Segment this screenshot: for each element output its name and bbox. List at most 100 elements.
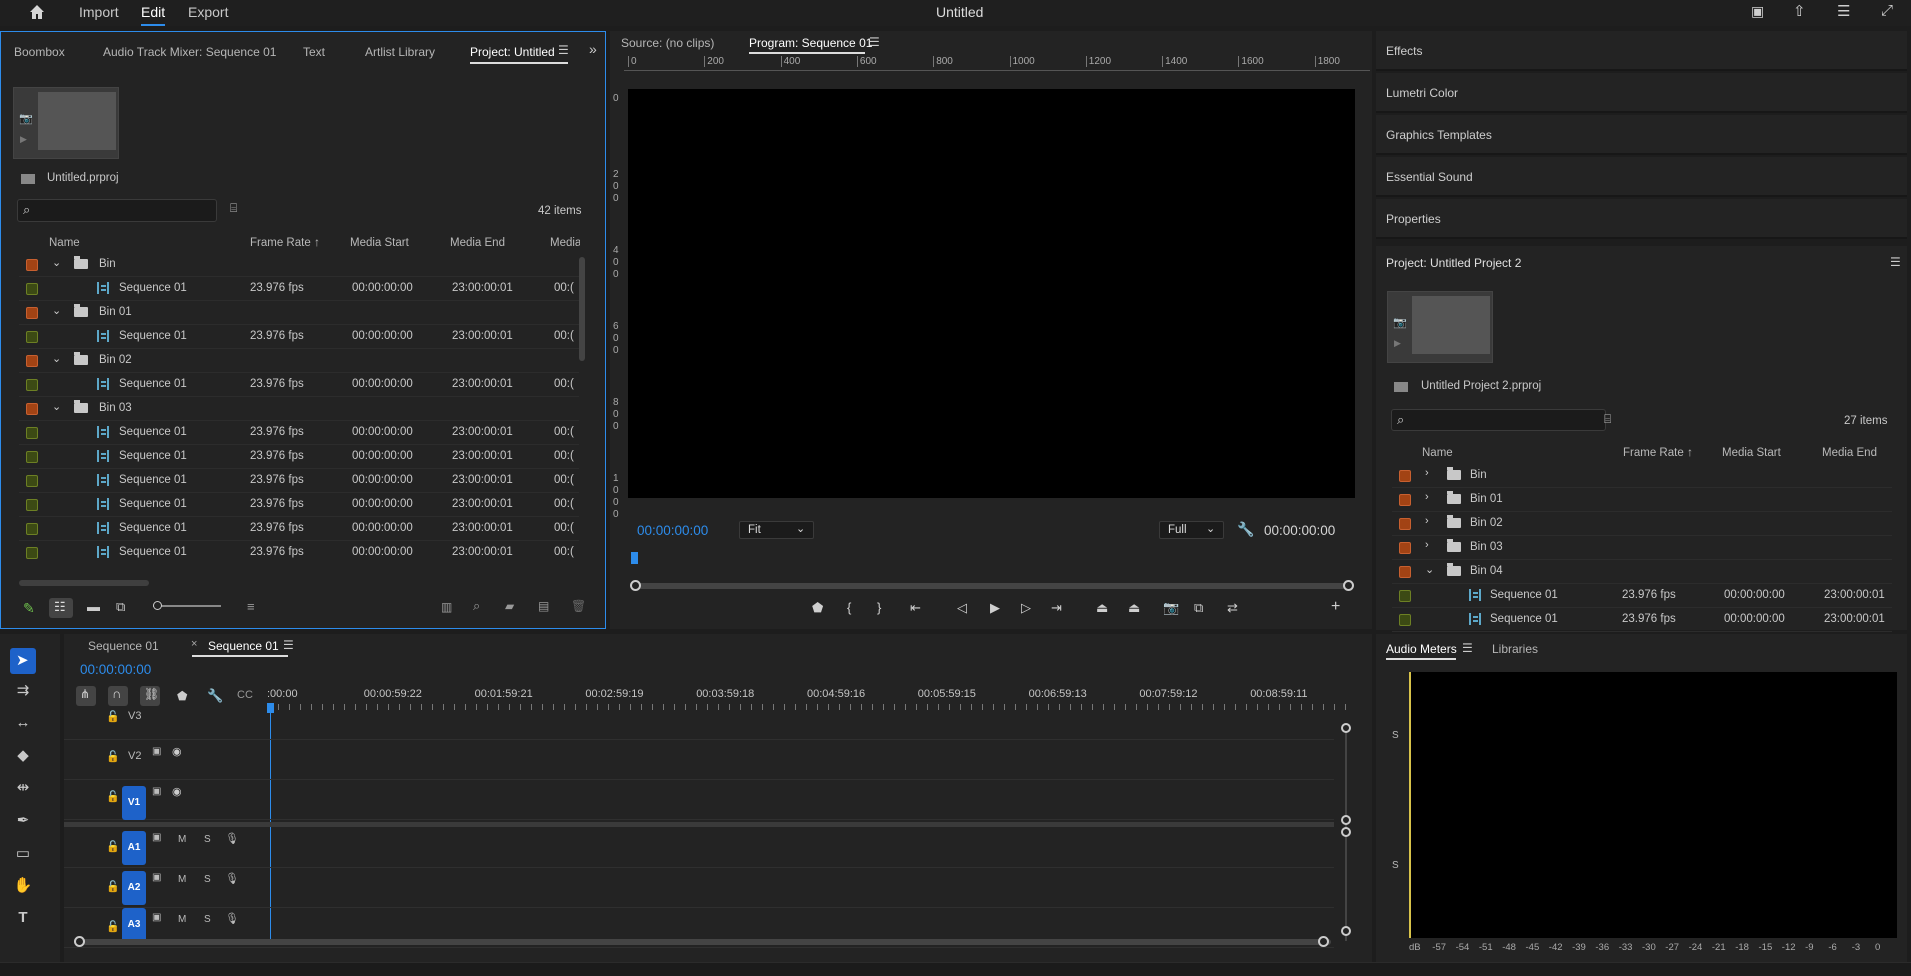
razor-icon[interactable]: ◆ xyxy=(12,745,34,767)
new-bin-icon[interactable]: ▰ xyxy=(505,599,514,613)
sync-lock-icon[interactable]: ▣ xyxy=(152,912,161,923)
panel-lumetri-color[interactable]: Lumetri Color xyxy=(1376,73,1907,113)
sequence-row[interactable]: Sequence 01 23.976 fps 00:00:00:00 23:00:00… xyxy=(19,325,579,349)
timeline-horizontal-scrollbar[interactable] xyxy=(79,939,1331,945)
azoom-top-handle[interactable] xyxy=(1341,827,1351,837)
lock-icon[interactable]: 🔓 xyxy=(106,790,120,803)
lock-icon[interactable]: 🔓 xyxy=(106,920,120,933)
button-editor-plus-icon[interactable]: + xyxy=(1331,598,1340,616)
tab-program[interactable]: Program: Sequence 01 xyxy=(749,36,872,50)
panel-menu-icon[interactable]: ☰ xyxy=(869,35,880,49)
nest-toggle-button[interactable]: ⋔ xyxy=(76,686,96,706)
workspace-menu-icon[interactable]: ☰ xyxy=(1837,2,1850,20)
track-target-a1[interactable]: A1 xyxy=(122,831,146,865)
add-marker-icon[interactable]: ⬟ xyxy=(812,600,823,616)
chevron-down-icon[interactable]: ⌄ xyxy=(1425,563,1434,576)
eye-icon[interactable]: ◉ xyxy=(172,785,182,798)
automate-to-sequence-icon[interactable]: ▥ xyxy=(441,600,452,614)
column-frame-rate[interactable]: Frame Rate xyxy=(250,237,311,249)
lock-icon[interactable]: 🔓 xyxy=(106,840,120,853)
find-icon[interactable]: ⌕ xyxy=(473,598,480,614)
track-name[interactable]: V3 xyxy=(128,710,141,722)
ripple-edit-icon[interactable]: ↔ xyxy=(12,712,34,734)
label-swatch[interactable] xyxy=(26,355,38,367)
timeline-timecode[interactable]: 00:00:00:00 xyxy=(80,662,151,677)
chevron-right-icon[interactable]: › xyxy=(1425,467,1429,479)
tab-project-untitled[interactable]: Project: Untitled xyxy=(470,45,555,59)
sort-ascending-icon[interactable]: ↑ xyxy=(314,235,320,249)
icon-view-icon[interactable]: ▬ xyxy=(87,599,100,614)
mark-out-icon[interactable]: } xyxy=(877,600,881,615)
share-icon[interactable]: ⇧ xyxy=(1793,2,1806,20)
label-swatch[interactable] xyxy=(26,331,38,343)
pencil-icon[interactable]: ✎ xyxy=(23,600,35,617)
timeline-settings-wrench-icon[interactable]: 🔧 xyxy=(207,688,223,704)
chevron-down-icon[interactable]: ⌄ xyxy=(52,400,61,413)
chevron-right-icon[interactable]: › xyxy=(1425,539,1429,551)
close-tab-icon[interactable]: × xyxy=(191,638,197,650)
sequence-row[interactable]: Sequence 01 23.976 fps 00:00:00:00 23:00:00… xyxy=(19,445,579,469)
selection-tool-button[interactable]: ➤ xyxy=(10,648,36,674)
panel-menu-icon[interactable]: ☰ xyxy=(283,638,294,652)
video-audio-divider[interactable] xyxy=(64,822,1334,827)
sequence-row[interactable]: Sequence 01 23.976 fps 00:00:00:00 23:00:00… xyxy=(19,517,579,541)
column-name[interactable]: Name xyxy=(49,237,80,249)
sync-lock-icon[interactable]: ▣ xyxy=(152,832,161,843)
bin-row[interactable]: › Bin 02 xyxy=(1392,512,1892,536)
menu-import[interactable]: Import xyxy=(79,4,119,20)
sequence-row[interactable]: Sequence 01 23.976 fps 00:00:00:00 23:00:00… xyxy=(19,277,579,301)
scroll-left-handle[interactable] xyxy=(630,580,641,591)
tab-text[interactable]: Text xyxy=(303,45,325,59)
lock-icon[interactable]: 🔓 xyxy=(106,750,120,763)
snap-button[interactable]: ∩ xyxy=(108,686,128,706)
mark-in-icon[interactable]: { xyxy=(847,600,851,615)
fullscreen-icon[interactable]: ⤢ xyxy=(1881,2,1893,19)
home-icon[interactable] xyxy=(28,3,46,21)
panel-menu-icon[interactable]: ☰ xyxy=(1890,255,1901,269)
vzoom-mid-handle[interactable] xyxy=(1341,815,1351,825)
freeform-view-icon[interactable]: ⧉ xyxy=(116,599,125,615)
label-swatch[interactable] xyxy=(1399,566,1411,578)
bin-row[interactable]: ⌄ Bin 01 xyxy=(19,301,579,325)
bin-row[interactable]: › Bin 03 xyxy=(1392,536,1892,560)
mute-button[interactable]: M xyxy=(178,914,186,925)
label-swatch[interactable] xyxy=(26,427,38,439)
track-target-v1[interactable]: V1 xyxy=(122,786,146,820)
program-video-frame[interactable] xyxy=(628,89,1355,498)
timeline-tab-2[interactable]: Sequence 01 xyxy=(208,639,279,653)
label-swatch[interactable] xyxy=(1399,494,1411,506)
tab-artlist-library[interactable]: Artlist Library xyxy=(365,45,435,59)
tab-boombox[interactable]: Boombox xyxy=(14,45,65,59)
lock-icon[interactable]: 🔓 xyxy=(106,710,120,723)
add-marker-icon[interactable]: ⬟ xyxy=(177,689,187,703)
rectangle-icon[interactable]: ▭ xyxy=(12,843,34,865)
linked-selection-button[interactable]: ⛓ xyxy=(140,686,160,706)
list-view-button[interactable]: ☷ xyxy=(49,598,73,618)
label-swatch[interactable] xyxy=(1399,590,1411,602)
label-swatch[interactable] xyxy=(1399,470,1411,482)
tab-source[interactable]: Source: (no clips) xyxy=(621,36,714,50)
chevron-down-icon[interactable]: ⌄ xyxy=(52,304,61,317)
captions-icon[interactable]: CC xyxy=(237,689,253,701)
mute-button[interactable]: M xyxy=(178,874,186,885)
panel-properties[interactable]: Properties xyxy=(1376,199,1907,239)
horizontal-scrollbar[interactable] xyxy=(19,580,149,586)
hscroll-left-handle[interactable] xyxy=(74,936,85,947)
bin-row[interactable]: › Bin xyxy=(1392,464,1892,488)
label-swatch[interactable] xyxy=(1399,614,1411,626)
panel-menu-icon[interactable]: ☰ xyxy=(1462,641,1473,655)
sequence-row[interactable]: Sequence 01 23.976 fps 00:00:00:00 23:00:00… xyxy=(19,469,579,493)
play-icon[interactable]: ▶ xyxy=(990,600,1000,616)
azoom-bottom-handle[interactable] xyxy=(1341,926,1351,936)
pen-icon[interactable]: ✒ xyxy=(12,810,34,832)
new-search-bin-icon[interactable]: ⌸ xyxy=(230,201,237,216)
label-swatch[interactable] xyxy=(26,379,38,391)
solo-button[interactable]: S xyxy=(204,834,211,845)
chevron-down-icon[interactable]: ⌄ xyxy=(52,256,61,269)
sort-icon[interactable]: ≡ xyxy=(247,599,255,614)
quick-export-icon[interactable]: ▣ xyxy=(1751,3,1764,20)
hscroll-right-handle[interactable] xyxy=(1318,936,1329,947)
zoom-select[interactable]: Fit ⌄ xyxy=(739,521,814,539)
column-name[interactable]: Name xyxy=(1422,447,1453,459)
export-frame-icon[interactable]: 📷 xyxy=(1163,600,1179,616)
